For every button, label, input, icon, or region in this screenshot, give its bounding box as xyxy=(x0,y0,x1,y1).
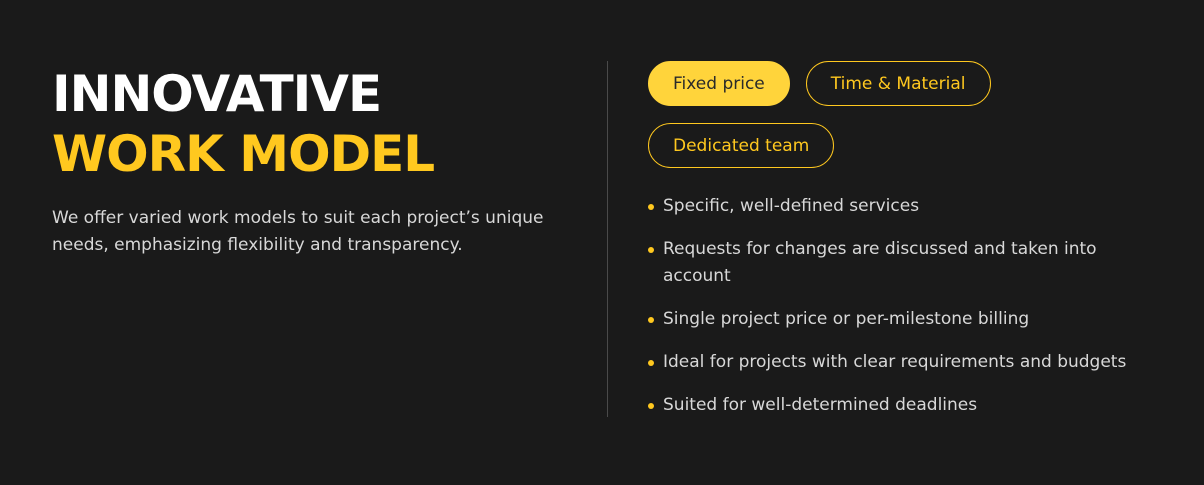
feature-item: Suited for well-determined deadlines xyxy=(648,392,1143,419)
bullet-dot-icon xyxy=(648,403,654,409)
model-details-column: Fixed price Time & Material Dedicated te… xyxy=(648,61,1168,435)
feature-text: Ideal for projects with clear requiremen… xyxy=(663,352,1127,372)
intro-column: INNOVATIVE WORK MODEL We offer varied wo… xyxy=(52,64,572,259)
title-line-innovative: INNOVATIVE xyxy=(52,65,382,123)
feature-item: Single project price or per-milestone bi… xyxy=(648,306,1143,333)
vertical-divider xyxy=(607,61,608,417)
feature-item: Ideal for projects with clear requiremen… xyxy=(648,349,1143,376)
feature-text: Suited for well-determined deadlines xyxy=(663,395,978,415)
bullet-dot-icon xyxy=(648,247,654,253)
title-line-work-model: WORK MODEL xyxy=(52,125,435,183)
section-title: INNOVATIVE WORK MODEL xyxy=(52,64,572,184)
feature-text: Specific, well-defined services xyxy=(663,196,920,216)
tab-time-and-material[interactable]: Time & Material xyxy=(805,61,991,106)
feature-text: Single project price or per-milestone bi… xyxy=(663,309,1030,329)
feature-list: Specific, well-defined services Requests… xyxy=(648,193,1168,419)
feature-item: Requests for changes are discussed and t… xyxy=(648,236,1143,290)
feature-item: Specific, well-defined services xyxy=(648,193,1143,220)
tab-dedicated-team[interactable]: Dedicated team xyxy=(648,123,835,168)
model-tabs: Fixed price Time & Material Dedicated te… xyxy=(648,61,1008,168)
section-description: We offer varied work models to suit each… xyxy=(52,208,544,255)
bullet-dot-icon xyxy=(648,317,654,323)
bullet-dot-icon xyxy=(648,204,654,210)
bullet-dot-icon xyxy=(648,360,654,366)
tab-fixed-price[interactable]: Fixed price xyxy=(648,61,790,106)
feature-text: Requests for changes are discussed and t… xyxy=(663,239,1097,286)
